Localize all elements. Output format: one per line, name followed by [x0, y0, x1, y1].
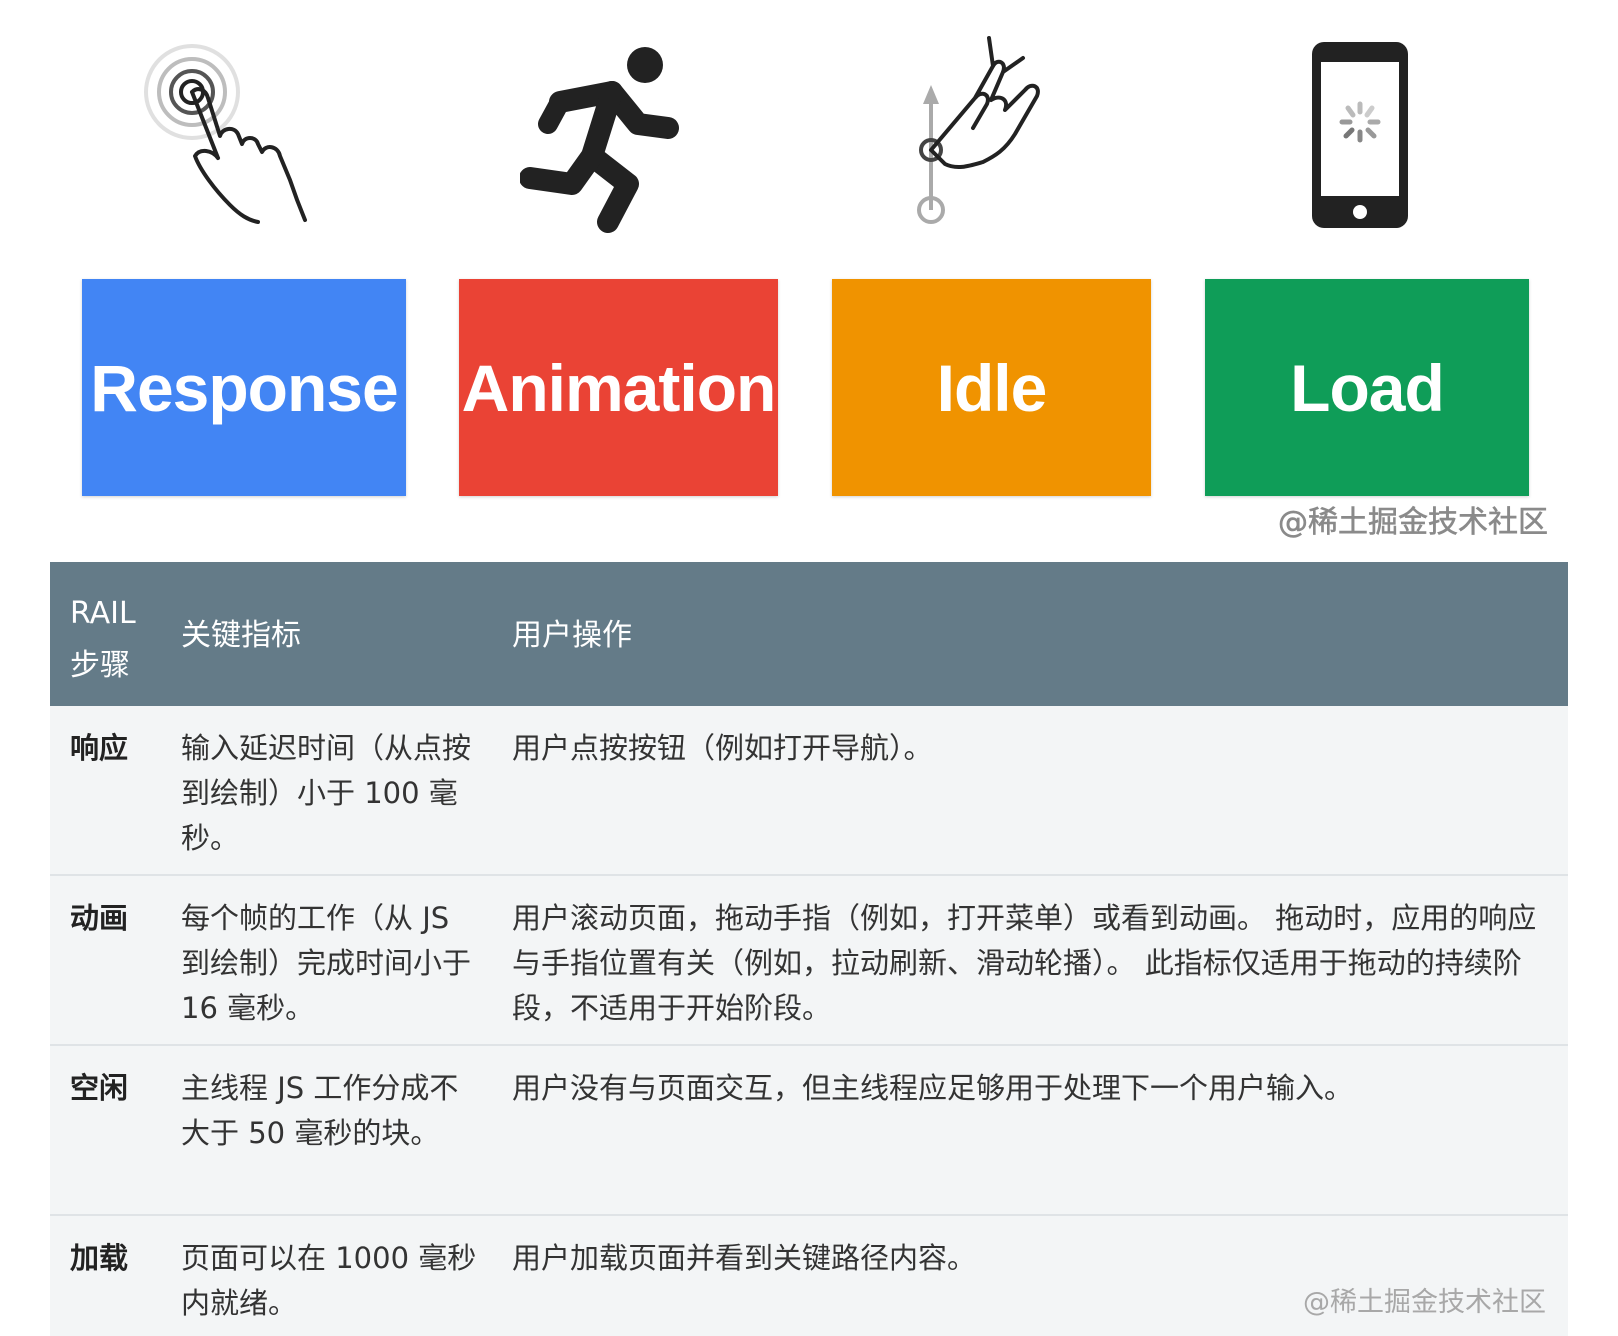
card-animation-label: Animation: [461, 350, 777, 425]
card-response-label: Response: [90, 350, 398, 425]
row-action: 用户滚动页面，拖动手指（例如，打开菜单）或看到动画。 拖动时，应用的响应与手指位…: [512, 901, 1537, 1025]
table-row: 空闲 主线程 JS 工作分成不大于 50 毫秒的块。 用户没有与页面交互，但主线…: [50, 1046, 1568, 1216]
rail-table: RAIL 步骤 关键指标 用户操作 响应 输入延迟时间（从点按到绘制）小于 10…: [50, 562, 1568, 1336]
card-idle-label: Idle: [936, 350, 1048, 425]
table-row: 动画 每个帧的工作（从 JS 到绘制）完成时间小于 16 毫秒。 用户滚动页面，…: [50, 876, 1568, 1046]
swipe-gesture-icon: [905, 30, 1055, 225]
header-action: 用户操作: [512, 618, 632, 653]
watermark-top: @稀土掘金技术社区: [1278, 505, 1549, 541]
card-idle: Idle: [832, 279, 1151, 496]
row-name: 响应: [70, 731, 129, 765]
row-metric: 每个帧的工作（从 JS 到绘制）完成时间小于 16 毫秒。: [181, 901, 472, 1025]
card-animation: Animation: [459, 279, 778, 496]
running-person-icon: [520, 44, 690, 234]
table-header: RAIL 步骤 关键指标 用户操作: [50, 562, 1568, 706]
row-action: 用户加载页面并看到关键路径内容。: [512, 1241, 977, 1275]
card-load: Load: [1205, 279, 1529, 496]
row-metric: 主线程 JS 工作分成不大于 50 毫秒的块。: [181, 1071, 459, 1150]
phone-loading-icon: [1310, 40, 1410, 230]
row-action: 用户没有与页面交互，但主线程应足够用于处理下一个用户输入。: [512, 1071, 1354, 1105]
row-action: 用户点按按钮（例如打开导航）。: [512, 731, 933, 765]
card-load-label: Load: [1290, 350, 1445, 425]
header-metric: 关键指标: [181, 618, 301, 653]
row-name: 动画: [70, 901, 129, 935]
touch-tap-icon: [140, 40, 310, 225]
row-metric: 页面可以在 1000 毫秒内就绪。: [181, 1241, 477, 1320]
row-name: 空闲: [70, 1071, 129, 1105]
header-step: RAIL 步骤: [70, 596, 136, 683]
row-name: 加载: [70, 1241, 129, 1275]
watermark-bottom: @稀土掘金技术社区: [1303, 1287, 1546, 1318]
card-response: Response: [82, 279, 406, 496]
row-metric: 输入延迟时间（从点按到绘制）小于 100 毫秒。: [181, 731, 472, 855]
table-row: 响应 输入延迟时间（从点按到绘制）小于 100 毫秒。 用户点按按钮（例如打开导…: [50, 706, 1568, 876]
